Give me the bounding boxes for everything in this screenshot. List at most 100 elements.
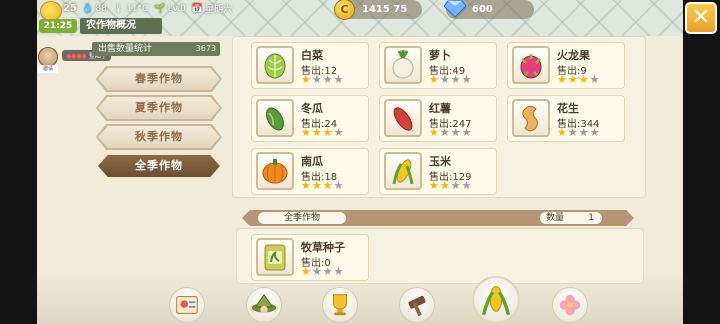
page-title: 农作物概况 xyxy=(80,18,162,34)
star-filled-icon: ★ xyxy=(311,179,322,192)
star-empty-icon: ★ xyxy=(333,126,344,139)
trophy-icon xyxy=(333,294,347,316)
seed-card[interactable]: 牧草种子 售出:0 ★ ★ ★ ★ xyxy=(251,234,369,281)
cabbage-icon xyxy=(264,53,286,79)
seed-stars: ★ ★ ★ ★ xyxy=(301,266,344,277)
crop-thumb xyxy=(512,99,550,137)
weekday-indicator: 📅 星期六 xyxy=(191,2,233,16)
crop-stars: ★ ★ ★ ★ xyxy=(301,74,344,85)
star-filled-icon: ★ xyxy=(557,73,567,86)
crop-name: 萝卜 xyxy=(429,49,451,62)
profile-card-icon xyxy=(176,296,198,314)
crop-thumb xyxy=(256,99,294,137)
gold-coin-icon: C xyxy=(334,0,355,20)
diamond-counter[interactable]: 600 xyxy=(444,0,534,19)
star-filled-icon: ★ xyxy=(322,179,333,192)
sun-icon xyxy=(40,1,62,21)
crop-stars: ★ ★ ★ ★ xyxy=(301,180,344,191)
star-empty-icon: ★ xyxy=(439,73,450,86)
flower-icon xyxy=(559,294,581,316)
corn-icon xyxy=(392,159,414,185)
star-filled-icon: ★ xyxy=(567,73,578,86)
star-empty-icon: ★ xyxy=(461,73,472,86)
star-empty-icon: ★ xyxy=(450,126,461,139)
star-filled-icon: ★ xyxy=(578,73,589,86)
crop-card[interactable]: 白菜 售出:12 ★ ★ ★ ★ xyxy=(251,42,369,89)
seed-name: 牧草种子 xyxy=(301,241,345,254)
crop-card[interactable]: 冬瓜 售出:24 ★ ★ ★ ★ xyxy=(251,95,369,142)
crop-card[interactable]: 火龙果 售出:9 ★ ★ ★ ★ xyxy=(507,42,625,89)
close-button[interactable]: ✕ xyxy=(685,2,717,34)
crop-thumb xyxy=(384,46,422,84)
star-empty-icon: ★ xyxy=(578,126,589,139)
nav-button-trophy[interactable] xyxy=(322,287,358,323)
grass-seed-icon xyxy=(264,244,286,271)
star-empty-icon: ★ xyxy=(333,265,344,278)
nav-button-profile-card[interactable] xyxy=(169,287,205,323)
crop-card[interactable]: 玉米 售出:129 ★ ★ ★ ★ xyxy=(379,148,497,195)
nav-button-farmer-hat[interactable] xyxy=(246,287,282,323)
wintermelon-icon xyxy=(265,107,285,131)
seed-thumb xyxy=(256,238,294,276)
season-tab-summer[interactable]: 夏季作物 xyxy=(98,97,220,119)
crop-name: 冬瓜 xyxy=(301,102,323,115)
star-filled-icon: ★ xyxy=(429,73,439,86)
star-empty-icon: ★ xyxy=(311,265,322,278)
sales-stats-total: 3673 xyxy=(195,44,216,53)
radish-icon xyxy=(392,50,414,79)
crop-thumb xyxy=(384,99,422,137)
star-empty-icon: ★ xyxy=(589,73,600,86)
nav-button-flower[interactable] xyxy=(552,287,588,323)
season-tab-autumn[interactable]: 秋季作物 xyxy=(98,126,220,148)
star-empty-icon: ★ xyxy=(567,126,578,139)
weather-value: 88 xyxy=(95,3,107,14)
crop-thumb xyxy=(256,46,294,84)
star-empty-icon: ★ xyxy=(439,126,450,139)
calendar-icon: 📅 xyxy=(191,3,204,14)
gold-counter[interactable]: C 1415 75 xyxy=(334,0,422,20)
nav-button-tools[interactable] xyxy=(399,287,435,323)
season-tab-spring[interactable]: 春季作物 xyxy=(98,68,220,90)
crop-name: 白菜 xyxy=(301,49,323,62)
status-row: 💧 88 🌡 11°C 🌱 Lv.0 📅 星期六 xyxy=(82,2,233,16)
diamond-icon xyxy=(444,0,466,18)
crop-thumb xyxy=(256,152,294,190)
crop-card[interactable]: 红薯 售出:247 ★ ★ ★ ★ xyxy=(379,95,497,142)
player-level: 25 xyxy=(63,3,77,14)
farm-level-value: Lv.0 xyxy=(167,3,186,14)
seed-category: 全季作物 xyxy=(258,212,346,224)
star-empty-icon: ★ xyxy=(450,73,461,86)
crop-card[interactable]: 南瓜 售出:18 ★ ★ ★ ★ xyxy=(251,148,369,195)
star-empty-icon: ★ xyxy=(461,126,472,139)
sales-stats-title: 出售数量统计 xyxy=(98,44,153,54)
star-empty-icon: ★ xyxy=(450,179,461,192)
star-filled-icon: ★ xyxy=(301,126,311,139)
tools-icon xyxy=(408,295,426,317)
nav-button-corn-crop[interactable] xyxy=(472,276,520,324)
star-empty-icon: ★ xyxy=(322,73,333,86)
weekday-value: 星期六 xyxy=(205,5,233,15)
season-tab-all[interactable]: 全季作物 xyxy=(98,155,220,177)
crop-stars: ★ ★ ★ ★ xyxy=(429,74,472,85)
crop-thumb xyxy=(512,46,550,84)
seed-quantity-value: 1 xyxy=(588,213,594,223)
corn-crop-icon xyxy=(481,285,511,316)
crop-name: 玉米 xyxy=(429,155,451,168)
crop-card[interactable]: 花生 售出:344 ★ ★ ★ ★ xyxy=(507,95,625,142)
crop-card[interactable]: 萝卜 售出:49 ★ ★ ★ ★ xyxy=(379,42,497,89)
thermometer-icon: 🌡 xyxy=(112,3,125,14)
pumpkin-icon xyxy=(262,159,288,184)
star-filled-icon: ★ xyxy=(439,179,450,192)
star-filled-icon: ★ xyxy=(322,126,333,139)
farmer-hat-icon xyxy=(251,293,277,314)
star-filled-icon: ★ xyxy=(557,126,567,139)
star-empty-icon: ★ xyxy=(322,265,333,278)
star-filled-icon: ★ xyxy=(311,126,322,139)
crop-name: 红薯 xyxy=(429,102,451,115)
crop-thumb xyxy=(384,152,422,190)
crop-stars: ★ ★ ★ ★ xyxy=(557,127,600,138)
crop-stars: ★ ★ ★ ★ xyxy=(301,127,344,138)
seed-quantity-label: 数量 xyxy=(546,213,565,223)
diamond-value: 600 xyxy=(472,4,493,15)
star-filled-icon: ★ xyxy=(429,179,439,192)
